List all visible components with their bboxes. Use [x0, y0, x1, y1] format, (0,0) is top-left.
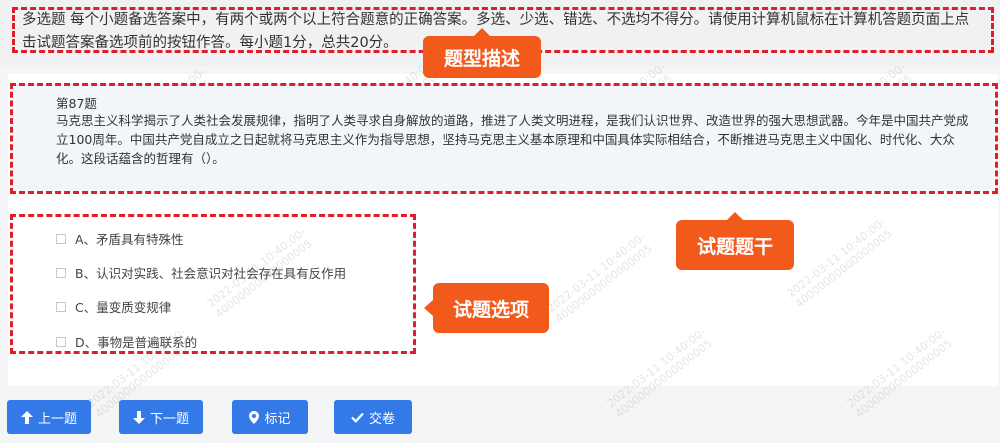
- callout-type-desc: 题型描述: [423, 28, 541, 78]
- stem-highlight: [10, 83, 998, 194]
- options-highlight: [10, 214, 416, 354]
- submit-button-label: 交卷: [368, 411, 395, 427]
- callout-stem: 试题题干: [676, 212, 794, 270]
- mark-button-label: 标记: [264, 411, 291, 427]
- callout-options: 试题选项: [424, 283, 549, 333]
- mark-button[interactable]: 标记: [232, 400, 308, 434]
- prev-button-label: 上一题: [37, 411, 77, 427]
- prev-button[interactable]: 上一题: [7, 400, 91, 434]
- next-button[interactable]: 下一题: [119, 400, 203, 434]
- next-button-label: 下一题: [149, 411, 189, 427]
- arrow-down-icon: [132, 410, 145, 424]
- submit-button[interactable]: 交卷: [334, 400, 412, 434]
- check-icon: [351, 412, 364, 423]
- map-pin-icon: [249, 410, 260, 424]
- arrow-up-icon: [20, 410, 33, 424]
